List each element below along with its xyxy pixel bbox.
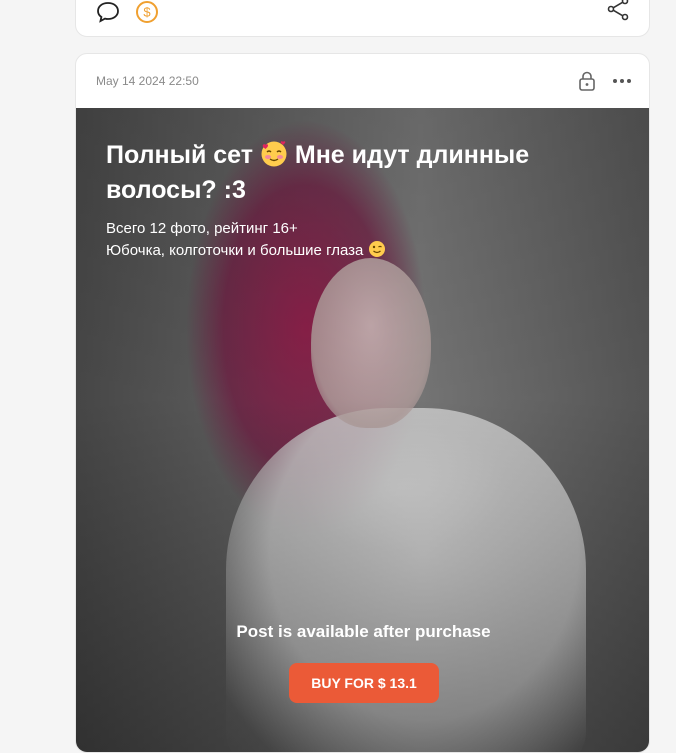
wink-emoji-icon: [368, 241, 385, 257]
coin-icon[interactable]: $: [135, 0, 159, 24]
post-header: May 14 2024 22:50: [76, 54, 649, 108]
purchase-note: Post is available after purchase: [236, 622, 491, 641]
post-description-line2-wrap: Юбочка, колготочки и большие глаза: [106, 240, 626, 262]
post-description-line1: Всего 12 фото, рейтинг 16+: [106, 220, 298, 237]
post-description: Всего 12 фото, рейтинг 16+ Юбочка, колго…: [106, 218, 626, 262]
post-card: May 14 2024 22:50 Полный сет Мне идут дл…: [75, 53, 650, 753]
feed: $ May 14 2024 22:50 Полный сет Мне идут …: [75, 0, 650, 753]
post-media-preview: Полный сет Мне идут длинные волосы? :3 В…: [76, 108, 649, 752]
svg-text:$: $: [143, 5, 151, 20]
post-date: May 14 2024 22:50: [96, 74, 199, 88]
post-description-line2: Юбочка, колготочки и большие глаза: [106, 242, 368, 259]
comment-icon[interactable]: [96, 1, 120, 23]
more-icon[interactable]: [612, 76, 632, 86]
lock-icon: [579, 71, 595, 91]
post-title: Полный сет Мне идут длинные волосы? :3: [106, 138, 626, 208]
buy-button[interactable]: BUY FOR $ 13.1: [289, 663, 439, 703]
previous-post-card: $: [75, 0, 650, 37]
share-icon[interactable]: [606, 0, 630, 21]
blush-emoji-icon: [261, 141, 287, 167]
post-title-part1: Полный сет: [106, 141, 260, 169]
